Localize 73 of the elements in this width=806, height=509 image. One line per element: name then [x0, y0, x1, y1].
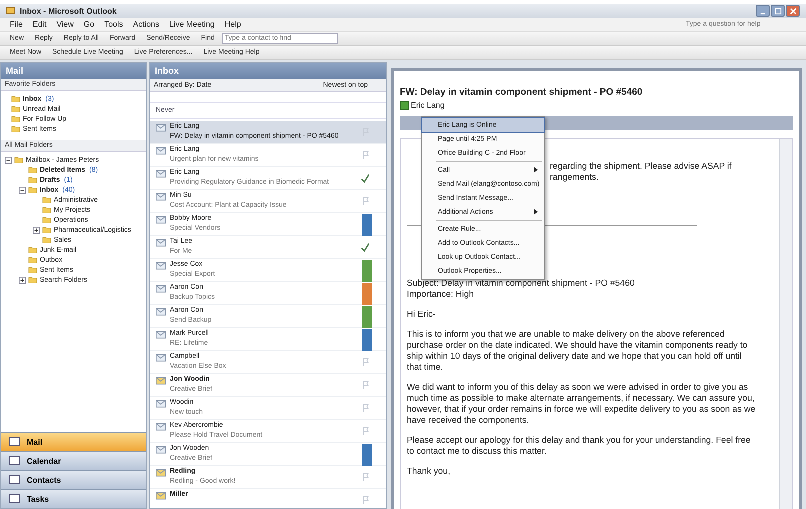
flag-icon[interactable]: [361, 404, 370, 413]
envelope-icon: [156, 147, 166, 155]
app-icon: [6, 6, 16, 16]
menu-item[interactable]: Live Meeting: [169, 20, 215, 29]
menu-item[interactable]: Go: [84, 20, 95, 29]
submenu-arrow-icon: [534, 167, 538, 173]
envelope-icon: [156, 492, 166, 500]
category-flag[interactable]: [362, 214, 372, 236]
menu-item[interactable]: View: [56, 20, 74, 29]
envelope-icon: [156, 469, 166, 477]
category-flag[interactable]: [362, 260, 372, 282]
maximize-icon: [774, 8, 782, 14]
message-text: Thank you,: [407, 466, 452, 477]
expand-icon[interactable]: [33, 226, 40, 234]
flag-icon[interactable]: [361, 197, 370, 206]
menu-item[interactable]: File: [10, 20, 23, 29]
envelope-icon: [156, 170, 166, 178]
menu-item[interactable]: Help: [224, 20, 242, 29]
category-flag[interactable]: [362, 329, 372, 351]
check-icon[interactable]: [361, 174, 370, 183]
category-flag[interactable]: [362, 306, 372, 328]
envelope-icon: [156, 285, 166, 293]
envelope-icon: [156, 354, 166, 362]
flag-icon[interactable]: [361, 427, 370, 436]
maximize-button[interactable]: [771, 5, 785, 17]
close-icon: [790, 8, 796, 14]
sender-name[interactable]: Eric Lang: [411, 101, 445, 110]
message-subject: FW: Delay in vitamin component shipment - PO #5460: [400, 87, 644, 98]
expand-icon[interactable]: [19, 276, 26, 284]
envelope-icon: [156, 124, 166, 132]
navigation-button[interactable]: Contacts: [1, 470, 146, 489]
message-text: rangements.: [550, 172, 600, 183]
navigation-button[interactable]: Tasks: [1, 489, 146, 508]
flag-icon[interactable]: [361, 496, 370, 505]
pane-header: Inbox: [150, 63, 386, 79]
flag-icon[interactable]: [361, 473, 370, 482]
collapse-icon[interactable]: [5, 156, 12, 164]
minimize-button[interactable]: [756, 5, 770, 17]
message-text: This is to inform you that we are unable to make delivery on the above referenced purchase order on the date indicated. We should have the vitamin components ready to ship within 10 days of the original delivery date and we hope that you can hold off until that time.: [407, 329, 749, 373]
check-icon[interactable]: [361, 243, 370, 252]
message-text: regarding the shipment. Please advise ASAP if: [550, 161, 733, 172]
navigation-button[interactable]: Mail: [1, 432, 146, 451]
flag-icon[interactable]: [361, 151, 370, 160]
envelope-icon: [156, 400, 166, 408]
presence-icon[interactable]: [400, 101, 409, 110]
submenu-arrow-icon: [534, 209, 538, 215]
envelope-icon: [156, 423, 166, 431]
menu-item[interactable]: Actions: [133, 20, 160, 29]
category-flag[interactable]: [362, 444, 372, 466]
scrollbar[interactable]: [779, 139, 792, 509]
navigation-button[interactable]: Calendar: [1, 451, 146, 470]
envelope-icon: [156, 262, 166, 270]
message-text: Please accept our apology for this delay and thank you for your understanding. Feel free to contact me to discuss this matter.: [407, 435, 752, 457]
envelope-icon: [156, 239, 166, 247]
message-text: Hi Eric-: [407, 309, 437, 320]
envelope-icon: [156, 446, 166, 454]
collapse-icon[interactable]: [19, 186, 26, 194]
message-text: Importance: High: [407, 289, 475, 300]
message-text: We did want to inform you of this delay as soon we were advised in order to give you as much time as possible to make alternate arrangements, if necessary. We can assure you, however, that if your order remains in force we will expedite delivery to you as soon as we have received the components.: [407, 382, 757, 426]
flag-icon[interactable]: [361, 381, 370, 390]
envelope-icon: [156, 331, 166, 339]
envelope-icon: [156, 308, 166, 316]
envelope-icon: [156, 216, 166, 224]
menu-item[interactable]: Edit: [32, 20, 47, 29]
envelope-icon: [156, 193, 166, 201]
category-flag[interactable]: [362, 283, 372, 305]
menu-item[interactable]: Tools: [104, 20, 124, 29]
window-title: Inbox - Microsoft Outlook: [20, 6, 117, 16]
envelope-icon: [156, 377, 166, 385]
close-button[interactable]: [786, 5, 800, 17]
flag-icon[interactable]: [361, 358, 370, 367]
message-text: Subject: Delay in vitamin component shipment - PO #5460: [407, 278, 636, 289]
pane-header: Mail: [1, 63, 146, 79]
